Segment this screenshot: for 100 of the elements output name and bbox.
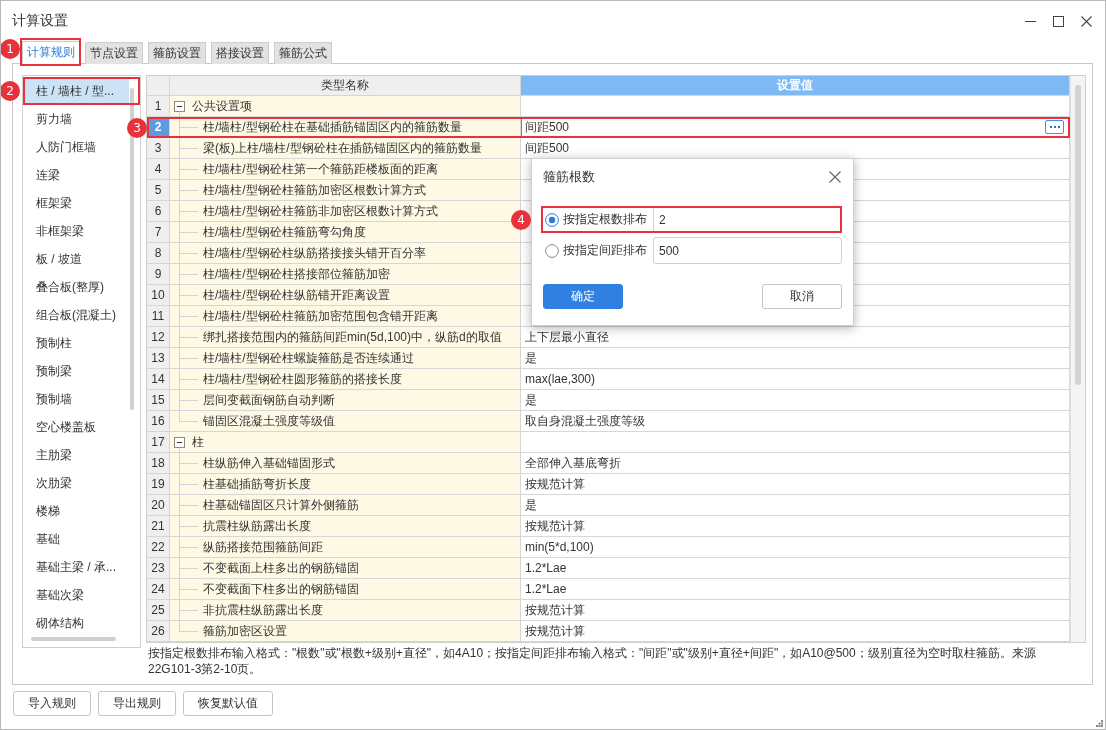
maximize-icon[interactable]	[1053, 15, 1064, 27]
table-cell: 柱/墙柱/型钢砼柱圆形箍筋的搭接长度	[170, 369, 521, 390]
table-cell: 非抗震柱纵筋露出长度	[170, 600, 521, 621]
callout-badge: 1	[1, 39, 20, 59]
sidebar-item[interactable]: 基础次梁	[23, 581, 129, 609]
scrollbar-thumb[interactable]	[31, 637, 116, 641]
row-number: 7	[147, 222, 170, 243]
option-label[interactable]: 按指定间距排布	[563, 242, 647, 259]
table-cell: 柱/墙柱/型钢砼柱纵筋错开距离设置	[170, 285, 521, 306]
cancel-button[interactable]: 取消	[762, 284, 842, 309]
table-cell: 纵筋搭接范围箍筋间距	[170, 537, 521, 558]
sidebar-item[interactable]: 次肋梁	[23, 469, 129, 497]
table-cell: 上下层最小直径	[521, 327, 1070, 348]
collapse-icon[interactable]	[174, 100, 185, 112]
table-cell: 柱/墙柱/型钢砼柱箍筋弯勾角度	[170, 222, 521, 243]
table-cell: 1.2*Lae	[521, 558, 1070, 579]
row-number: 21	[147, 516, 170, 537]
table-cell: 锚固区混凝土强度等级值	[170, 411, 521, 432]
sidebar-item[interactable]: 主肋梁	[23, 441, 129, 469]
action-button[interactable]: 恢复默认值	[183, 691, 273, 716]
minimize-icon[interactable]	[1025, 20, 1036, 22]
table-cell: 是	[521, 495, 1070, 516]
table-cell: 取自身混凝土强度等级	[521, 411, 1070, 432]
row-number: 17	[147, 432, 170, 453]
table-cell: 全部伸入基底弯折	[521, 453, 1070, 474]
table-cell: 1.2*Lae	[521, 579, 1070, 600]
row-number: 2	[147, 117, 170, 138]
tab[interactable]: 节点设置	[85, 42, 143, 64]
sidebar-item[interactable]: 剪力墙	[23, 105, 129, 133]
sidebar-item[interactable]: 基础	[23, 525, 129, 553]
row-number: 25	[147, 600, 170, 621]
table-cell: 绑扎搭接范围内的箍筋间距min(5d,100)中，纵筋d的取值	[170, 327, 521, 348]
dialog-title: 箍筋根数	[543, 168, 595, 186]
table-cell: 柱/墙柱/型钢砼柱螺旋箍筋是否连续通过	[170, 348, 521, 369]
close-icon[interactable]	[1081, 15, 1092, 27]
tab[interactable]: 箍筋公式	[274, 42, 332, 64]
sidebar-item[interactable]: 预制梁	[23, 357, 129, 385]
hint-text: 按指定根数排布输入格式："根数"或"根数+级别+直径"，如4A10；按指定间距排布输入格式："间距"或"级别+直径+间距"，如A10@500；级别直径为空时取柱箍筋。来源22G101-3第2-10页。	[148, 645, 1037, 677]
sidebar-item[interactable]: 柱 / 墙柱 / 型...	[23, 77, 129, 105]
scrollbar-thumb[interactable]	[130, 88, 134, 410]
row-number: 19	[147, 474, 170, 495]
sidebar-item[interactable]: 基础主梁 / 承...	[23, 553, 129, 581]
confirm-button[interactable]: 确定	[543, 284, 623, 309]
row-number: 26	[147, 621, 170, 642]
sidebar-item[interactable]: 预制墙	[23, 385, 129, 413]
close-icon[interactable]	[829, 171, 841, 183]
more-button[interactable]	[1045, 120, 1064, 134]
column-header: 类型名称	[170, 76, 521, 96]
option-label[interactable]: 按指定根数排布	[563, 211, 647, 228]
table-cell: 箍筋加密区设置	[170, 621, 521, 642]
row-number: 14	[147, 369, 170, 390]
radio-button[interactable]	[545, 243, 559, 258]
row-number: 8	[147, 243, 170, 264]
table-cell: 柱/墙柱/型钢砼柱第一个箍筋距楼板面的距离	[170, 159, 521, 180]
sidebar-item[interactable]: 楼梯	[23, 497, 129, 525]
radio-button[interactable]	[545, 212, 559, 227]
table-cell: 柱/墙柱/型钢砼柱在基础插筋锚固区内的箍筋数量	[170, 117, 521, 138]
sidebar-item[interactable]: 组合板(混凝土)	[23, 301, 129, 329]
table-cell: 梁(板)上柱/墙柱/型钢砼柱在插筋锚固区内的箍筋数量	[170, 138, 521, 159]
sidebar-item[interactable]: 叠合板(整厚)	[23, 273, 129, 301]
sidebar-item[interactable]: 板 / 坡道	[23, 245, 129, 273]
table-cell: 按规范计算	[521, 516, 1070, 537]
sidebar-item[interactable]: 连梁	[23, 161, 129, 189]
table-cell: 是	[521, 348, 1070, 369]
cell-value: 间距500	[525, 119, 570, 136]
action-button[interactable]: 导出规则	[98, 691, 176, 716]
group-label: 柱	[192, 434, 204, 451]
row-number: 12	[147, 327, 170, 348]
tab[interactable]: 搭接设置	[211, 42, 269, 64]
resize-grip-icon[interactable]	[1096, 720, 1103, 727]
collapse-icon[interactable]	[174, 436, 185, 448]
tab[interactable]: 箍筋设置	[148, 42, 206, 64]
row-number: 13	[147, 348, 170, 369]
sidebar-item[interactable]: 砌体结构	[23, 609, 129, 637]
table-cell: 柱/墙柱/型钢砼柱箍筋加密区根数计算方式	[170, 180, 521, 201]
scrollbar-track[interactable]	[1070, 76, 1085, 642]
row-number: 4	[147, 159, 170, 180]
row-number: 24	[147, 579, 170, 600]
sidebar-item[interactable]: 预制柱	[23, 329, 129, 357]
table-cell: 按规范计算	[521, 621, 1070, 642]
sidebar-item[interactable]: 人防门框墙	[23, 133, 129, 161]
row-number: 1	[147, 96, 170, 117]
tab[interactable]: 计算规则	[22, 41, 80, 64]
sidebar-item[interactable]: 框架梁	[23, 189, 129, 217]
scrollbar-thumb[interactable]	[1075, 85, 1081, 385]
table-cell: 柱基础锚固区只计算外侧箍筋	[170, 495, 521, 516]
action-button[interactable]: 导入规则	[13, 691, 91, 716]
table-cell: max(lae,300)	[521, 369, 1070, 390]
input-field[interactable]: 500	[653, 237, 842, 264]
row-number: 11	[147, 306, 170, 327]
table-cell: 不变截面上柱多出的钢筋锚固	[170, 558, 521, 579]
row-number: 10	[147, 285, 170, 306]
table-cell: 层间变截面钢筋自动判断	[170, 390, 521, 411]
callout-badge: 3	[127, 118, 147, 138]
sidebar-item[interactable]: 空心楼盖板	[23, 413, 129, 441]
sidebar-item[interactable]: 非框架梁	[23, 217, 129, 245]
callout-badge: 2	[1, 81, 20, 101]
table-cell: 柱基础插筋弯折长度	[170, 474, 521, 495]
window-title: 计算设置	[12, 12, 68, 30]
row-number: 9	[147, 264, 170, 285]
